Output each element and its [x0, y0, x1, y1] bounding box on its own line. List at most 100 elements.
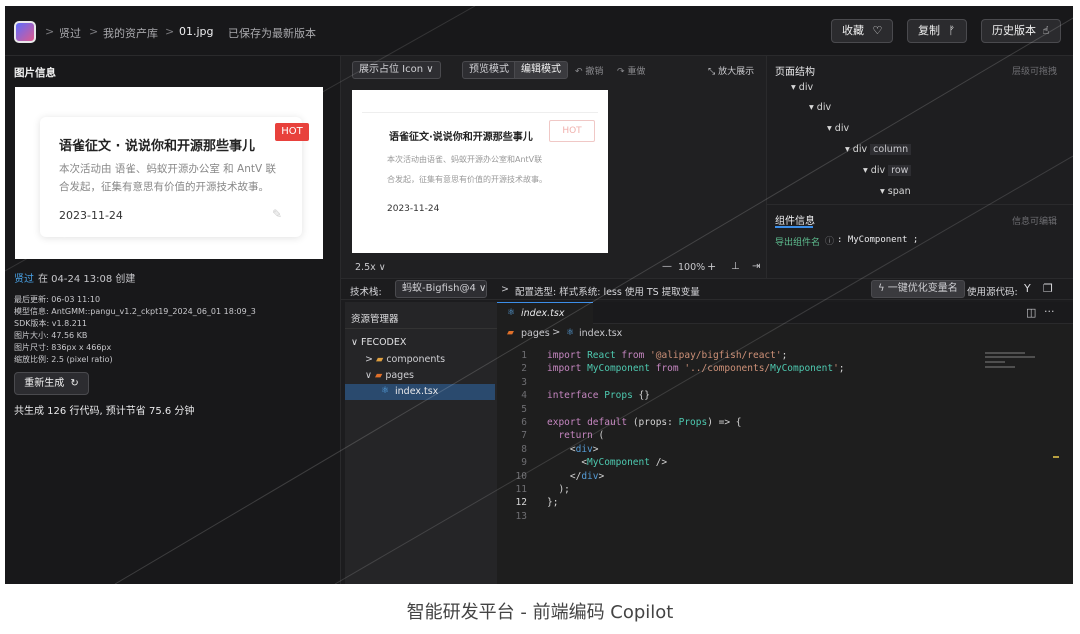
tree-node[interactable]: ▾ span [880, 186, 911, 197]
path-file[interactable]: index.tsx [579, 328, 622, 339]
editor-tab-bar: ⚛ index.tsx ◫ ··· [497, 302, 1073, 324]
split-editor-icon[interactable]: ◫ [1026, 306, 1036, 319]
fit-right-icon[interactable]: ⇥ [752, 261, 760, 272]
divider [767, 204, 1073, 205]
line-number: 3 [521, 376, 527, 388]
line-number: 1 [521, 350, 527, 361]
node-class: column [870, 144, 912, 155]
path-folder[interactable]: pages [521, 328, 550, 339]
optimize-vars-button[interactable]: ϟ 一键优化变量名 [871, 280, 965, 298]
more-icon[interactable]: ··· [1044, 305, 1055, 318]
code-line[interactable]: </div> [547, 471, 604, 482]
structure-title: 页面结构 [775, 67, 815, 78]
tech-stack-select[interactable]: 蚂蚁-Bigfish@4 ∨ [395, 280, 487, 298]
copy-button[interactable]: 复制 ᚠ [907, 19, 967, 43]
fork-icon[interactable]: Y [1024, 282, 1031, 295]
favorite-label: 收藏 [842, 24, 864, 37]
align-bottom-icon[interactable]: ⊥ [731, 261, 740, 272]
creator-link[interactable]: 贤过 [14, 270, 34, 285]
explorer-root[interactable]: ∨ FECODEX [351, 337, 406, 348]
code-area[interactable]: 1 import React from '@alipay/bigfish/reac… [497, 350, 1073, 584]
heart-icon: ♡ [872, 24, 883, 37]
react-file-icon: ⚛ [566, 328, 575, 338]
node-tag: div [870, 165, 886, 176]
preview-mode-tab[interactable]: 预览模式 [462, 61, 516, 79]
file-label: index.tsx [395, 386, 439, 397]
code-line[interactable]: <div> [547, 444, 599, 455]
folder-label: pages [385, 370, 415, 381]
code-editor: ⚛ index.tsx ◫ ··· ▰ pages > ⚛ index.tsx … [497, 302, 1073, 584]
preview-body-line: 本次活动由语雀、蚂蚁开源办公室和AntV联 [387, 155, 543, 164]
meta-line: 图片大小: 47.56 KB [14, 331, 88, 340]
minimap[interactable] [985, 352, 1057, 368]
line-number: 6 [521, 417, 527, 428]
edit-mode-tab[interactable]: 编辑模式 [514, 61, 568, 79]
node-class: row [888, 165, 912, 176]
placeholder-icon-select[interactable]: 展示占位 Icon ∨ [352, 61, 441, 79]
tree-node[interactable]: ▾ div [791, 82, 813, 93]
preview-card: 语雀征文 · 说说你和开源那些事儿 HOT 本次活动由 语雀、蚂蚁开源办公室 和… [40, 117, 309, 237]
chevron-right-icon[interactable]: > [501, 284, 509, 295]
folder-components[interactable]: > ▰ components [365, 354, 445, 365]
undo-button[interactable]: ↶ 撤销 [575, 64, 603, 77]
figure-caption: 智能研发平台 - 前端编码 Copilot [406, 602, 674, 623]
meta-line: 模型信息: AntGMM::pangu_v1.2_ckpt19_2024_06_… [14, 307, 256, 316]
component-info-tab[interactable]: 组件信息 [775, 212, 815, 227]
breadcrumb-library[interactable]: 我的资产库 [103, 25, 158, 41]
expand-button[interactable]: ⤡ 放大展示 [708, 64, 754, 77]
breadcrumb-user[interactable]: 贤过 [59, 25, 81, 41]
folder-icon: ▰ [507, 328, 514, 338]
app-logo[interactable] [14, 21, 36, 43]
zoom-in-button[interactable]: + [707, 260, 716, 273]
code-line[interactable]: import React from '@alipay/bigfish/react… [547, 350, 787, 361]
tree-node[interactable]: ▾ div row [863, 165, 912, 176]
history-button[interactable]: 历史版本 ☝ [981, 19, 1061, 43]
chevron-down-icon: ∨ [378, 262, 386, 273]
chevron-right-icon: > [165, 25, 175, 38]
editable-hint: 信息可编辑 [1012, 217, 1058, 227]
regenerate-button[interactable]: 重新生成 ↻ [14, 372, 89, 395]
line-number: 5 [521, 403, 527, 415]
tree-node[interactable]: ▾ div [809, 102, 831, 113]
tree-node[interactable]: ▾ div [827, 123, 849, 134]
selected-file-row[interactable]: ⚛ index.tsx [345, 384, 495, 400]
code-line[interactable]: interface Props {} [547, 390, 650, 401]
tech-toolbar: 技术栈: 蚂蚁-Bigfish@4 ∨ > 配置选型: 样式系统: less 使… [341, 278, 1073, 300]
code-line[interactable]: ); [547, 484, 569, 495]
code-line[interactable]: import MyComponent from '../components/M… [547, 363, 845, 374]
code-line[interactable]: export default (props: Props) => { [547, 417, 742, 428]
divider [345, 328, 497, 329]
config-summary[interactable]: 配置选型: 样式系统: less 使用 TS 提取变量 [515, 284, 700, 298]
tree-node[interactable]: ▾ div column [845, 144, 912, 155]
code-line[interactable]: }; [547, 497, 558, 508]
source-code-label: 使用源代码: [967, 287, 1018, 298]
code-line[interactable]: <MyComponent /> [547, 457, 667, 468]
panel-title: 图片信息 [14, 67, 56, 79]
tech-stack-value: 蚂蚁-Bigfish@4 [402, 283, 476, 294]
export-name-value[interactable]: : MyComponent ; [837, 235, 918, 245]
tech-stack-label: 技术栈: [350, 287, 382, 298]
code-line[interactable]: return ( [547, 430, 604, 441]
node-tag: div [798, 82, 814, 93]
chevron-down-icon: ∨ [479, 283, 487, 294]
folder-icon: ▰ [375, 354, 384, 365]
refresh-icon: ↻ [70, 378, 79, 389]
rendered-preview: 语雀征文·说说你和开源那些事儿 HOT 本次活动由语雀、蚂蚁开源办公室和AntV… [352, 90, 608, 253]
card-title: 语雀征文 · 说说你和开源那些事儿 [59, 139, 255, 154]
editor-tab[interactable]: ⚛ index.tsx [497, 302, 593, 324]
app-window: > 贤过 > 我的资产库 > 01.jpg 已保存为最新版本 收藏 ♡ 复制 ᚠ… [5, 6, 1073, 584]
zoom-out-button[interactable]: — [662, 261, 672, 272]
scroll-marker [1053, 456, 1059, 458]
divider [362, 112, 598, 113]
expand-label: 放大展示 [718, 67, 755, 77]
scale-select[interactable]: 2.5x ∨ [355, 262, 386, 273]
folder-label: components [386, 354, 446, 365]
node-tag: div [816, 102, 832, 113]
favorite-button[interactable]: 收藏 ♡ [831, 19, 893, 43]
copy-icon[interactable]: ❐ [1043, 282, 1053, 295]
folder-pages[interactable]: ∨ ▰ pages [365, 370, 414, 381]
redo-button[interactable]: ↷ 重做 [617, 64, 645, 77]
line-number: 8 [521, 443, 527, 455]
line-number: 2 [521, 363, 527, 375]
placeholder-select-label: 展示占位 Icon [359, 64, 424, 75]
